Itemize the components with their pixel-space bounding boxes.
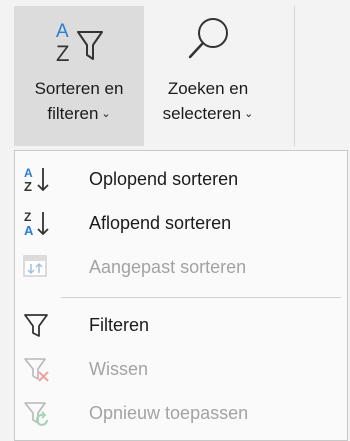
menu-item-label: Aangepast sorteren bbox=[89, 256, 247, 277]
menu-item-label: Aflopend sorteren bbox=[89, 212, 232, 233]
menu-item-filter[interactable]: Filteren bbox=[15, 303, 347, 347]
sort-filter-dropdown-menu: A Z Oplopend sorteren Z A Aflopend sorte… bbox=[14, 150, 348, 441]
custom-sort-icon bbox=[21, 252, 51, 282]
find-select-button[interactable]: Zoeken en selecteren ⌄ bbox=[146, 6, 270, 146]
sort-filter-icon: A Z bbox=[14, 6, 144, 76]
filter-icon bbox=[21, 310, 51, 340]
find-select-label-line2: selecteren bbox=[162, 104, 242, 123]
sort-ascending-icon: A Z bbox=[21, 164, 51, 194]
svg-text:Z: Z bbox=[56, 41, 69, 66]
svg-text:A: A bbox=[24, 166, 33, 180]
reapply-filter-icon bbox=[21, 398, 51, 428]
menu-item-label: Wissen bbox=[89, 358, 149, 379]
menu-item-sort-ascending[interactable]: A Z Oplopend sorteren bbox=[15, 157, 347, 201]
menu-item-custom-sort[interactable]: Aangepast sorteren bbox=[15, 245, 347, 289]
chevron-down-icon: ⌄ bbox=[101, 108, 111, 120]
find-select-label-line1: Zoeken en bbox=[167, 79, 249, 98]
svg-text:A: A bbox=[24, 223, 34, 238]
sort-filter-label-line1: Sorteren en bbox=[34, 79, 124, 98]
menu-item-sort-descending[interactable]: Z A Aflopend sorteren bbox=[15, 201, 347, 245]
menu-item-clear[interactable]: Wissen bbox=[15, 347, 347, 391]
menu-separator bbox=[61, 297, 341, 298]
menu-item-label: Opnieuw toepassen bbox=[89, 402, 249, 423]
ribbon-editing-group: A Z Sorteren en filteren ⌄ Zoeken en sele… bbox=[0, 0, 350, 150]
sort-filter-button[interactable]: A Z Sorteren en filteren ⌄ bbox=[14, 6, 144, 146]
sort-filter-label-line2: filteren bbox=[47, 104, 99, 123]
menu-item-label: Oplopend sorteren bbox=[89, 168, 239, 189]
sort-descending-icon: Z A bbox=[21, 208, 51, 238]
svg-text:Z: Z bbox=[24, 210, 31, 224]
ribbon-divider bbox=[294, 6, 295, 146]
chevron-down-icon: ⌄ bbox=[244, 108, 254, 120]
menu-item-label: Filteren bbox=[89, 314, 150, 335]
menu-item-reapply[interactable]: Opnieuw toepassen bbox=[15, 391, 347, 435]
clear-filter-icon bbox=[21, 354, 51, 384]
svg-text:A: A bbox=[56, 21, 69, 42]
magnifier-icon bbox=[146, 6, 270, 76]
svg-text:Z: Z bbox=[24, 179, 32, 194]
